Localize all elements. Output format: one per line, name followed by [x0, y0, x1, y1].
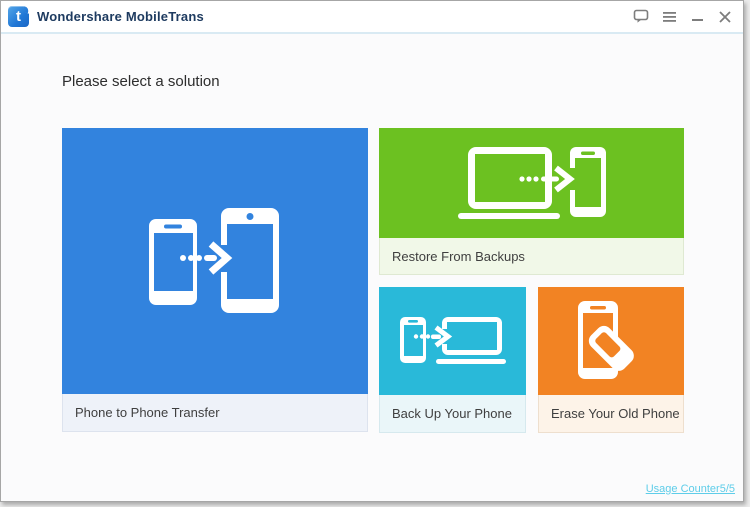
app-title: Wondershare MobileTrans [37, 9, 204, 24]
window-controls [633, 9, 733, 25]
close-icon [719, 10, 731, 23]
tile-phone-to-phone-transfer[interactable]: Phone to Phone Transfer [62, 128, 368, 432]
tile-label: Restore From Backups [379, 238, 684, 275]
menu-button[interactable] [661, 9, 677, 25]
tile-back-up-your-phone[interactable]: Back Up Your Phone [379, 287, 526, 433]
tile-label: Erase Your Old Phone [538, 395, 684, 433]
minimize-icon [691, 18, 703, 21]
app-logo-letter: t [16, 8, 21, 25]
close-button[interactable] [717, 9, 733, 25]
minimize-button[interactable] [689, 9, 705, 25]
phone-to-computer-icon [379, 287, 526, 395]
tile-label: Back Up Your Phone [379, 395, 526, 433]
app-window: t Wondershare MobileTrans Please select … [0, 0, 744, 502]
page-title: Please select a solution [62, 73, 220, 90]
computer-to-phone-icon [379, 128, 684, 238]
tile-erase-your-old-phone[interactable]: Erase Your Old Phone [538, 287, 684, 433]
hamburger-icon [662, 11, 676, 22]
phone-to-phone-icon [62, 128, 368, 394]
app-logo-icon: t [8, 6, 29, 27]
speech-bubble-icon [633, 9, 649, 23]
tile-label: Phone to Phone Transfer [62, 394, 368, 432]
usage-counter-link[interactable]: Usage Counter5/5 [646, 483, 735, 495]
titlebar: t Wondershare MobileTrans [1, 1, 743, 34]
tile-restore-from-backups[interactable]: Restore From Backups [379, 128, 684, 275]
feedback-button[interactable] [633, 9, 649, 25]
phone-eraser-icon [538, 287, 684, 395]
